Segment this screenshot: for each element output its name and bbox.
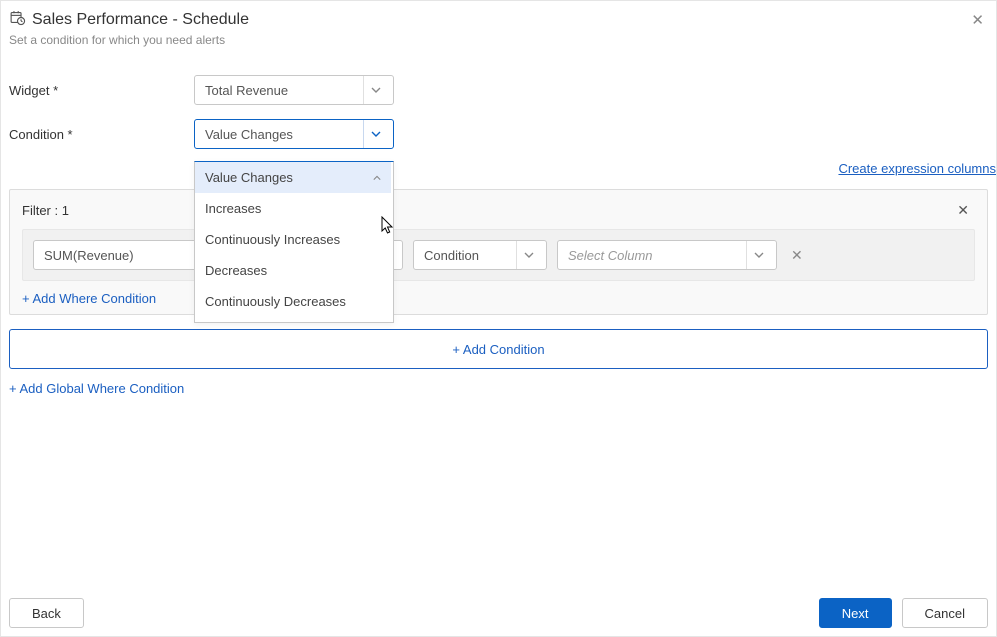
condition-select[interactable]: Value Changes [194, 119, 394, 149]
dropdown-option-decreases[interactable]: Decreases [195, 255, 391, 286]
chevron-up-icon [373, 170, 381, 185]
cancel-button-label: Cancel [925, 606, 965, 621]
dropdown-option-label: Value Changes [205, 170, 293, 185]
filter-close-icon[interactable]: ✕ [951, 200, 975, 221]
dropdown-option-label: Continuously Increases [205, 232, 340, 247]
dropdown-option-value-changes[interactable]: Value Changes [195, 162, 391, 193]
widget-select[interactable]: Total Revenue [194, 75, 394, 105]
cancel-button[interactable]: Cancel [902, 598, 988, 628]
dropdown-option-label: Continuously Decreases [205, 294, 346, 309]
schedule-modal: Sales Performance - Schedule Set a condi… [0, 0, 997, 637]
close-icon[interactable]: ✕ [967, 9, 988, 31]
chevron-down-icon [516, 241, 540, 269]
chevron-down-icon [746, 241, 770, 269]
modal-title: Sales Performance - Schedule [32, 11, 249, 29]
widget-select-value: Total Revenue [205, 83, 357, 98]
create-expression-link[interactable]: Create expression columns [838, 161, 996, 176]
next-button[interactable]: Next [819, 598, 892, 628]
back-button[interactable]: Back [9, 598, 84, 628]
chevron-down-icon [363, 120, 387, 148]
dropdown-option-continuously-decreases[interactable]: Continuously Decreases [195, 286, 391, 317]
condition-label: Condition * [9, 127, 194, 142]
condition-dropdown-popup: Value Changes Increases Continuously Inc… [194, 161, 394, 323]
form-area: Widget * Total Revenue Condition * Value… [9, 75, 988, 149]
chevron-down-icon [363, 76, 387, 104]
comparison-condition-value: Condition [424, 248, 510, 263]
widget-label: Widget * [9, 83, 194, 98]
next-button-label: Next [842, 606, 869, 621]
dropdown-option-label: Decreases [205, 263, 267, 278]
add-where-condition-link[interactable]: + Add Where Condition [22, 291, 156, 306]
calendar-clock-icon [9, 9, 26, 31]
filter-title: Filter : 1 [22, 203, 69, 218]
remove-row-icon[interactable]: ✕ [787, 247, 807, 264]
dropdown-option-increases[interactable]: Increases [195, 193, 391, 224]
dropdown-option-label: Increases [205, 201, 261, 216]
column-select[interactable]: Select Column [557, 240, 777, 270]
filter-panel: Filter : 1 ✕ SUM(Revenue) Condition Sele… [9, 189, 988, 315]
dropdown-option-continuously-increases[interactable]: Continuously Increases [195, 224, 391, 255]
comparison-condition-select[interactable]: Condition [413, 240, 547, 270]
modal-header: Sales Performance - Schedule Set a condi… [9, 9, 988, 47]
modal-footer: Back Next Cancel [9, 598, 988, 628]
add-global-where-condition-link[interactable]: + Add Global Where Condition [9, 381, 184, 396]
condition-select-value: Value Changes [205, 127, 357, 142]
back-button-label: Back [32, 606, 61, 621]
modal-subtitle: Set a condition for which you need alert… [9, 33, 967, 47]
filter-row: SUM(Revenue) Condition Select Column ✕ [22, 229, 975, 281]
add-condition-label: + Add Condition [452, 342, 544, 357]
column-select-placeholder: Select Column [568, 248, 740, 263]
cursor-icon [381, 216, 395, 239]
add-condition-button[interactable]: + Add Condition [9, 329, 988, 369]
condition-dropdown-list[interactable]: Value Changes Increases Continuously Inc… [195, 162, 393, 322]
